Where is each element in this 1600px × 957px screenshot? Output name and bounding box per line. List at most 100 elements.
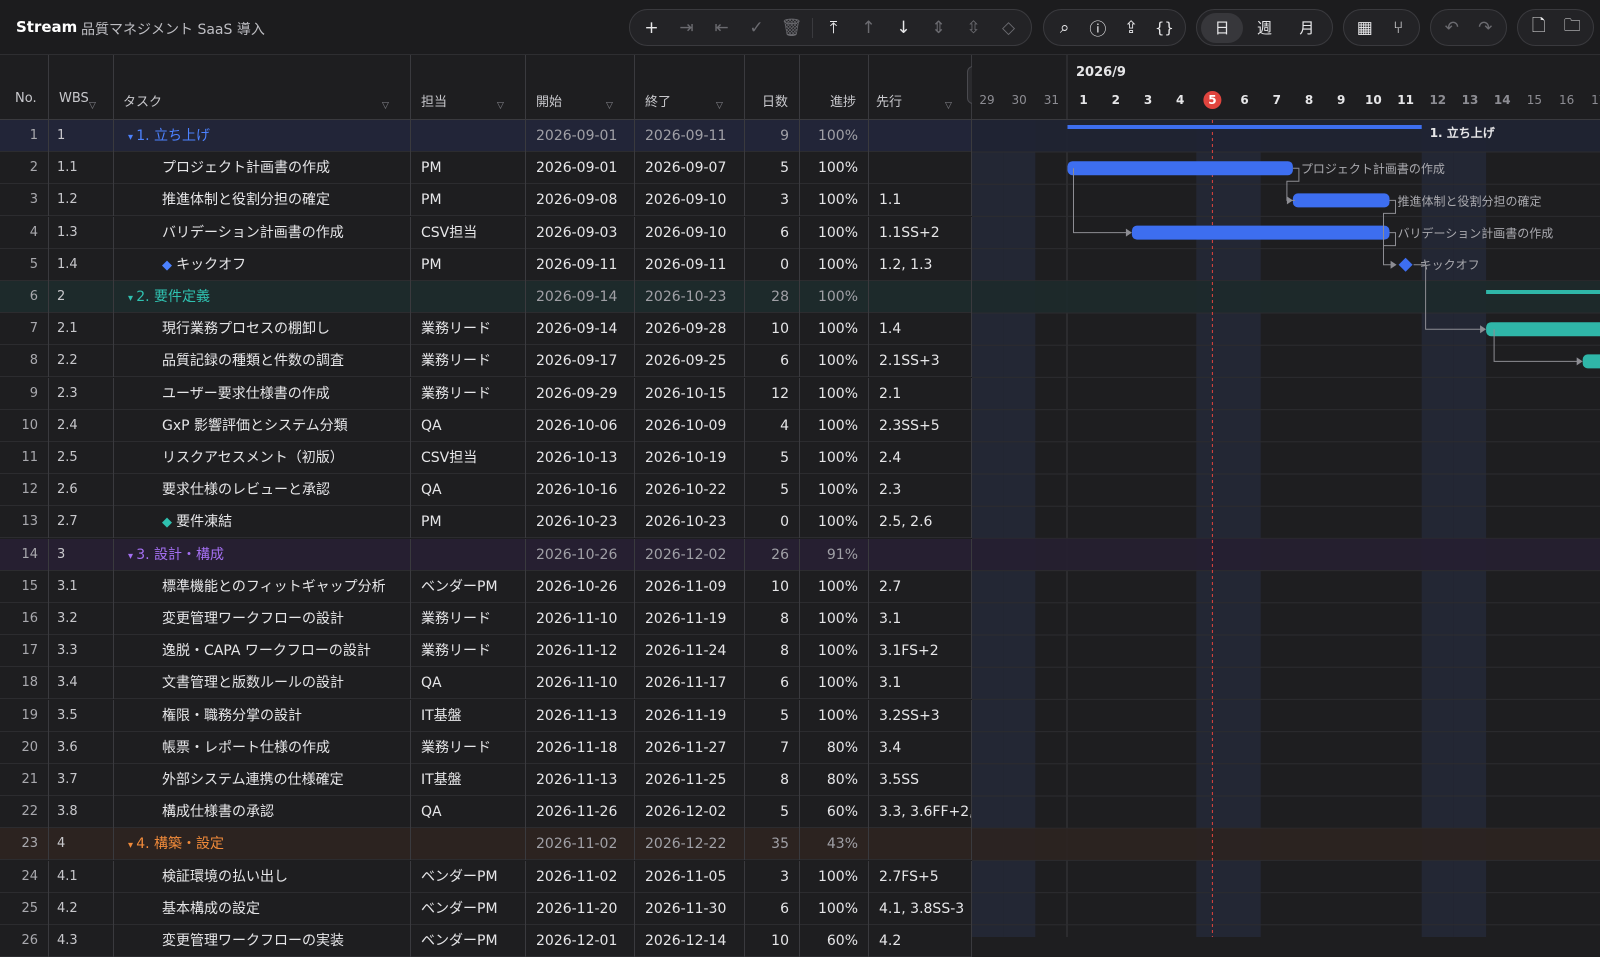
cell-owner[interactable]: QA (411, 474, 526, 507)
milestone-marker[interactable] (1398, 257, 1413, 272)
redo-icon[interactable]: ↷ (1469, 13, 1503, 43)
table-row[interactable]: 15 3.1 標準機能とのフィットギャップ分析 ベンダーPM 2026-10-26 202… (0, 570, 972, 603)
cell-task[interactable]: 逸脱・CAPA ワークフローの設計 (114, 635, 411, 668)
cell-wbs[interactable]: 2.6 (49, 474, 114, 507)
cell-pred[interactable]: 3.1 (869, 667, 972, 700)
cell-end[interactable]: 2026-09-25 (635, 345, 745, 378)
cell-start[interactable]: 2026-11-20 (526, 892, 635, 925)
cell-wbs[interactable]: 1.2 (49, 184, 114, 217)
cell-progress[interactable]: 100% (800, 120, 869, 152)
cell-progress[interactable]: 100% (800, 184, 869, 217)
task-bar[interactable] (1131, 225, 1390, 240)
cell-owner[interactable]: ベンダーPM (411, 925, 526, 957)
cell-pred[interactable] (869, 281, 972, 313)
cell-start[interactable]: 2026-09-29 (526, 377, 635, 410)
table-row[interactable]: 5 1.4 ◆ キックオフ PM 2026-09-11 2026-09-11 0 100% 1.… (0, 248, 972, 281)
cell-pred[interactable] (869, 828, 972, 861)
cell-owner[interactable]: ベンダーPM (411, 860, 526, 893)
cell-progress[interactable]: 100% (800, 892, 869, 925)
cell-pred[interactable]: 1.2, 1.3 (869, 248, 972, 281)
folder-icon[interactable]: 🗀 (1556, 13, 1590, 43)
cell-task[interactable]: ▾ 2. 要件定義 (114, 281, 411, 313)
cell-wbs[interactable]: 2.7 (49, 506, 114, 539)
cell-end[interactable]: 2026-09-28 (635, 313, 745, 346)
table-row[interactable]: 8 2.2 品質記録の種類と件数の調査 業務リード 2026-09-17 2026-09-… (0, 345, 972, 378)
cell-wbs[interactable]: 3.7 (49, 764, 114, 796)
cell-pred[interactable]: 3.1FS+2 (869, 635, 972, 668)
cell-wbs[interactable]: 1.4 (49, 248, 114, 281)
cell-pred[interactable]: 4.1, 3.8SS-3 (869, 892, 972, 925)
cell-end[interactable]: 2026-10-23 (635, 506, 745, 539)
cell-days[interactable]: 6 (745, 216, 800, 249)
cell-task[interactable]: 権限・職務分掌の設計 (114, 699, 411, 732)
table-row[interactable]: 9 2.3 ユーザー要求仕様書の作成 業務リード 2026-09-29 2026-10-1… (0, 377, 972, 410)
cell-task[interactable]: ▾ 4. 構築・設定 (114, 828, 411, 861)
complete-icon[interactable]: ✓ (739, 13, 774, 43)
cell-end[interactable]: 2026-09-07 (635, 152, 745, 185)
col-pred[interactable]: 先行 ▽ (869, 55, 972, 120)
cell-start[interactable]: 2026-11-13 (526, 764, 635, 796)
cell-days[interactable]: 6 (745, 345, 800, 378)
task-bar[interactable] (1582, 354, 1600, 369)
cell-start[interactable]: 2026-11-18 (526, 731, 635, 764)
cell-pred[interactable] (869, 538, 972, 571)
cell-owner[interactable]: ベンダーPM (411, 570, 526, 603)
cell-task[interactable]: 変更管理ワークフローの設計 (114, 603, 411, 635)
cell-wbs[interactable]: 3.1 (49, 570, 114, 603)
cell-days[interactable]: 10 (745, 570, 800, 603)
col-start[interactable]: 開始 ▽ (526, 55, 635, 120)
table-row[interactable]: 22 3.8 構成仕様書の承認 QA 2026-11-26 2026-12-02 5 60% 3… (0, 796, 972, 829)
cell-wbs[interactable]: 2.5 (49, 442, 114, 474)
cell-wbs[interactable]: 3.6 (49, 731, 114, 764)
filter-icon[interactable]: ▽ (382, 101, 389, 111)
cell-start[interactable]: 2026-09-14 (526, 281, 635, 313)
cell-days[interactable]: 5 (745, 152, 800, 185)
cell-days[interactable]: 5 (745, 474, 800, 507)
cell-pred[interactable]: 3.3, 3.6FF+2, (869, 796, 972, 829)
cell-days[interactable]: 6 (745, 667, 800, 700)
cell-start[interactable]: 2026-11-13 (526, 699, 635, 732)
cell-pred[interactable]: 2.5, 2.6 (869, 506, 972, 539)
col-progress[interactable]: 進捗 (800, 55, 869, 120)
cell-owner[interactable] (411, 120, 526, 152)
task-bar[interactable] (1067, 161, 1293, 176)
cell-pred[interactable]: 2.1 (869, 377, 972, 410)
cell-wbs[interactable]: 4.3 (49, 925, 114, 957)
table-row[interactable]: 21 3.7 外部システム連携の仕様確定 IT基盤 2026-11-13 2026-11-… (0, 764, 972, 796)
phase-row[interactable]: 6 2 ▾ 2. 要件定義 2026-09-14 2026-10-23 28 100% (0, 281, 972, 313)
cell-pred[interactable]: 2.4 (869, 442, 972, 474)
table-row[interactable]: 26 4.3 変更管理ワークフローの実装 ベンダーPM 2026-12-01 2026-1… (0, 925, 972, 957)
cell-wbs[interactable]: 1.3 (49, 216, 114, 249)
info-icon[interactable]: ⓘ (1081, 13, 1114, 43)
cell-days[interactable]: 3 (745, 184, 800, 217)
cell-pred[interactable]: 2.7 (869, 570, 972, 603)
filter-icon[interactable]: ▽ (89, 101, 96, 111)
cell-progress[interactable]: 43% (800, 828, 869, 861)
cell-start[interactable]: 2026-11-26 (526, 796, 635, 829)
cell-owner[interactable]: 業務リード (411, 345, 526, 378)
undo-icon[interactable]: ↶ (1435, 13, 1469, 43)
cell-owner[interactable]: IT基盤 (411, 764, 526, 796)
delete-icon[interactable]: 🗑 (774, 13, 809, 43)
cell-pred[interactable]: 2.3SS+5 (869, 409, 972, 442)
cell-progress[interactable]: 100% (800, 152, 869, 185)
cell-owner[interactable]: 業務リード (411, 603, 526, 635)
cell-start[interactable]: 2026-09-01 (526, 120, 635, 152)
cell-pred[interactable]: 1.1SS+2 (869, 216, 972, 249)
cell-start[interactable]: 2026-10-13 (526, 442, 635, 474)
table-row[interactable]: 25 4.2 基本構成の設定 ベンダーPM 2026-11-20 2026-11-30 6 1… (0, 892, 972, 925)
cell-end[interactable]: 2026-12-14 (635, 925, 745, 957)
cell-pred[interactable]: 3.1 (869, 603, 972, 635)
cell-start[interactable]: 2026-11-10 (526, 603, 635, 635)
cell-progress[interactable]: 100% (800, 860, 869, 893)
cell-start[interactable]: 2026-11-02 (526, 860, 635, 893)
table-row[interactable]: 18 3.4 文書管理と版数ルールの設計 QA 2026-11-10 2026-11-17… (0, 667, 972, 700)
phase-summary-bar[interactable] (1067, 125, 1422, 129)
cell-wbs[interactable]: 3.5 (49, 699, 114, 732)
move-top-icon[interactable]: ⤒ (816, 13, 851, 43)
project-title[interactable]: 品質マネジメント SaaS 導入 (81, 19, 265, 39)
cell-owner[interactable]: PM (411, 184, 526, 217)
cell-start[interactable]: 2026-09-11 (526, 248, 635, 281)
table-row[interactable]: 19 3.5 権限・職務分掌の設計 IT基盤 2026-11-13 2026-11-19 5… (0, 699, 972, 732)
cell-wbs[interactable]: 1 (49, 120, 114, 152)
